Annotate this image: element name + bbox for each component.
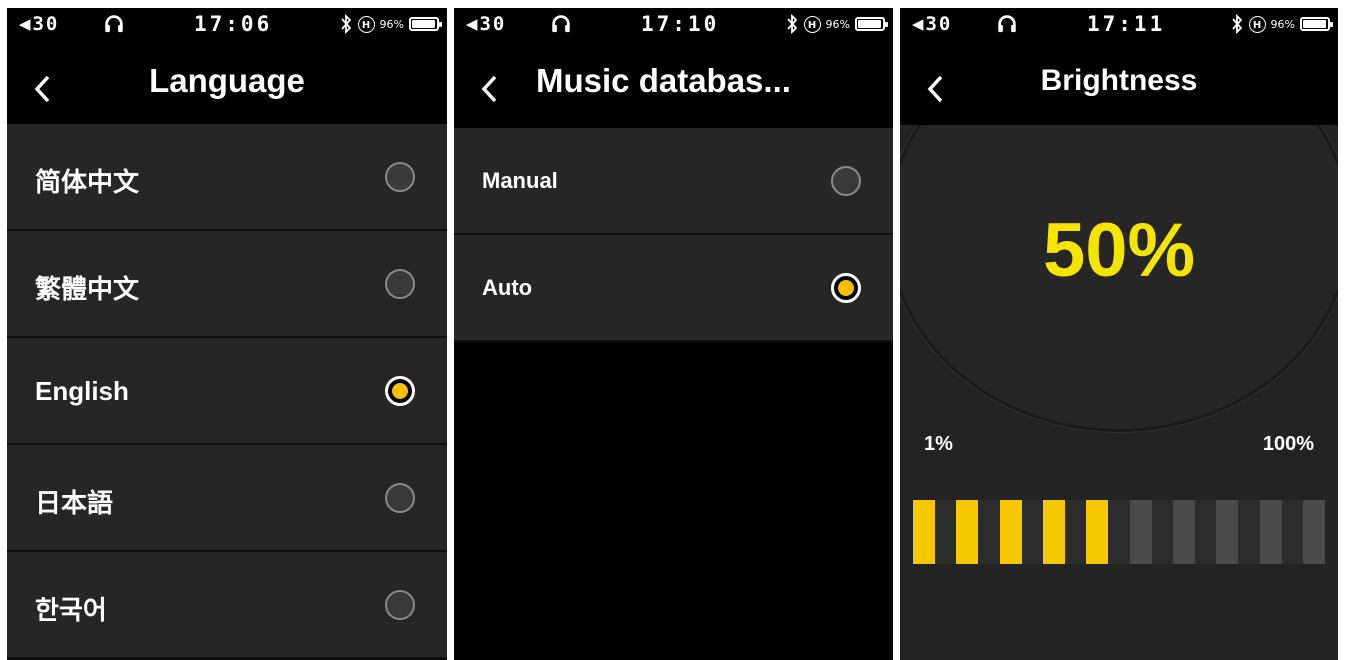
option-row[interactable]: 日本語 <box>7 445 447 552</box>
status-bar: ◀30 17:10 H 96% <box>454 8 893 42</box>
option-list: Manual Auto <box>454 128 893 342</box>
battery-icon <box>855 17 888 31</box>
range-min-label: 1% <box>924 433 953 455</box>
option-label: 简体中文 <box>35 167 140 197</box>
radio-icon[interactable] <box>385 162 415 192</box>
music-database-screen: ◀30 17:10 H 96% Music databas... Manual … <box>454 8 893 660</box>
status-bar: ◀30 17:11 H 96% <box>900 8 1338 42</box>
headphones-icon <box>105 15 123 33</box>
bluetooth-icon <box>340 14 351 34</box>
option-label: 繁體中文 <box>35 274 140 304</box>
option-list: 简体中文 繁體中文 English 日本語 한국어 <box>7 124 447 659</box>
status-right: H 96% <box>785 14 888 34</box>
battery-percent: 96% <box>379 17 404 31</box>
option-row[interactable]: English <box>7 338 447 445</box>
bluetooth-icon <box>786 14 797 34</box>
headphones-icon <box>552 15 570 33</box>
radio-icon[interactable] <box>831 166 861 196</box>
brightness-screen: ◀30 17:11 H 96% Brightness 50% 1% 100% <box>900 8 1338 660</box>
headphones-icon <box>998 15 1016 33</box>
hires-icon: H <box>1248 15 1266 33</box>
radio-icon[interactable] <box>385 483 415 513</box>
header: Music databas... <box>454 48 893 124</box>
header: Brightness <box>900 48 1338 124</box>
battery-icon <box>409 17 442 31</box>
brightness-panel: 50% 1% 100% <box>900 125 1338 660</box>
option-label: English <box>35 376 129 406</box>
language-screen: ◀30 17:06 H 96% Language 简体中文 繁體中文 Engli… <box>7 8 447 660</box>
level-segment[interactable] <box>1259 500 1282 564</box>
hires-icon: H <box>357 15 375 33</box>
option-label: Auto <box>482 275 533 300</box>
range-max-label: 100% <box>1262 433 1314 455</box>
level-segment[interactable] <box>1129 500 1152 564</box>
radio-icon[interactable] <box>385 376 415 406</box>
clock: 17:06 <box>194 12 273 36</box>
option-row[interactable]: Manual <box>454 128 893 235</box>
level-segment[interactable] <box>1172 500 1195 564</box>
option-label: 한국어 <box>35 595 107 625</box>
battery-fill <box>1303 20 1326 28</box>
level-segment[interactable] <box>1216 500 1239 564</box>
option-label: 日本語 <box>35 488 114 518</box>
brightness-level-bar[interactable] <box>913 500 1325 564</box>
status-right: H 96% <box>339 14 442 34</box>
battery-percent: 96% <box>1270 17 1295 31</box>
battery-icon <box>1300 17 1333 31</box>
level-segment[interactable] <box>1042 500 1065 564</box>
radio-icon[interactable] <box>385 590 415 620</box>
brightness-value: 50% <box>1042 208 1196 293</box>
hires-icon: H <box>803 15 821 33</box>
status-bar: ◀30 17:06 H 96% <box>7 8 447 42</box>
battery-fill <box>858 20 881 28</box>
option-label: Manual <box>482 168 558 193</box>
bluetooth-icon <box>1231 14 1242 34</box>
page-title: Brightness <box>1040 64 1198 97</box>
radio-icon[interactable] <box>385 269 415 299</box>
option-row[interactable]: Auto <box>454 235 893 342</box>
option-row[interactable]: 简体中文 <box>7 124 447 231</box>
clock: 17:10 <box>641 12 720 36</box>
level-segment[interactable] <box>913 500 935 564</box>
option-row[interactable]: 繁體中文 <box>7 231 447 338</box>
level-segment[interactable] <box>1086 500 1109 564</box>
battery-fill <box>412 20 435 28</box>
battery-percent: 96% <box>825 17 850 31</box>
level-segment[interactable] <box>1302 500 1325 564</box>
volume-indicator: ◀30 <box>912 13 953 35</box>
clock: 17:11 <box>1087 12 1166 36</box>
level-segment[interactable] <box>956 500 979 564</box>
level-segment[interactable] <box>999 500 1022 564</box>
volume-indicator: ◀30 <box>19 13 60 35</box>
back-icon[interactable] <box>480 74 498 104</box>
option-row[interactable]: 한국어 <box>7 552 447 659</box>
volume-indicator: ◀30 <box>466 13 507 35</box>
status-right: H 96% <box>1230 14 1333 34</box>
page-title: Music databas... <box>536 62 791 99</box>
header: Language <box>7 48 447 124</box>
page-title: Language <box>149 62 305 99</box>
radio-icon[interactable] <box>831 273 861 303</box>
